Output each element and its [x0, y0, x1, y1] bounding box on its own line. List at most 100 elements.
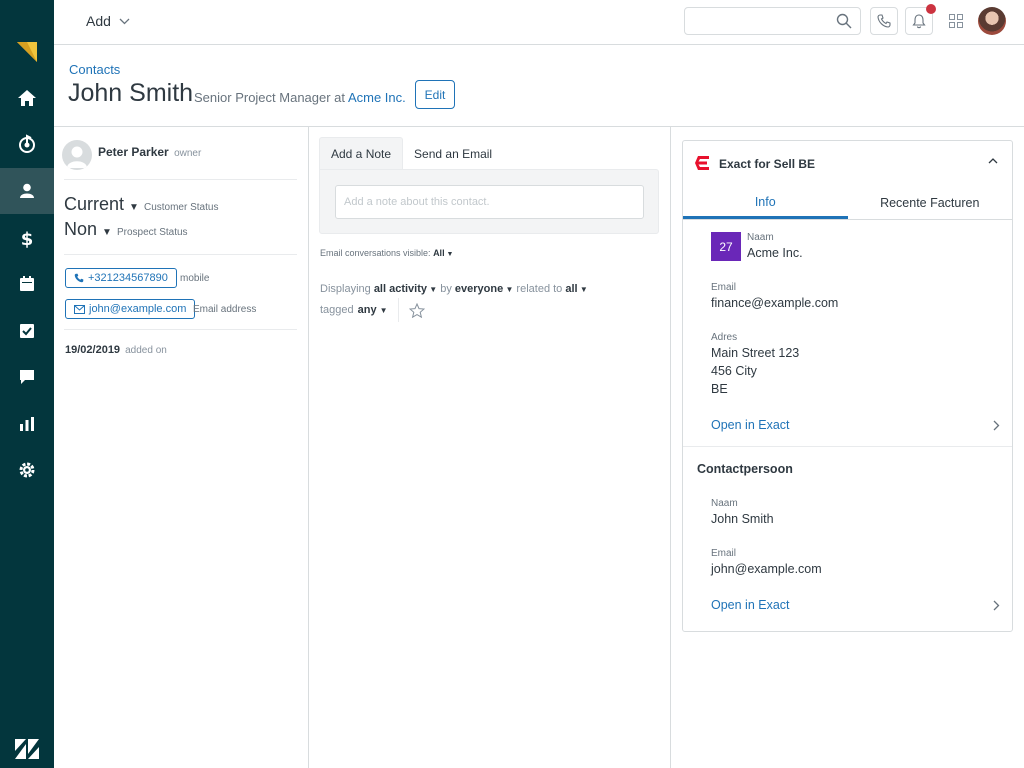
sidebar-item-reports[interactable] [0, 401, 54, 447]
caret-down-icon[interactable]: ▼ [129, 202, 139, 213]
tasks-icon [20, 324, 34, 338]
home-icon [18, 90, 36, 106]
company-link[interactable]: Acme Inc. [348, 90, 406, 105]
zendesk-sell-logo[interactable] [17, 42, 37, 62]
contacts-icon [20, 183, 34, 198]
svg-text:$: $ [21, 229, 34, 248]
adres-line-1: Main Street 123 [711, 346, 800, 360]
email-visibility-value[interactable]: All [433, 248, 445, 258]
contact-header: Contacts John Smith Senior Project Manag… [54, 45, 1024, 127]
owner-avatar [62, 140, 92, 170]
notification-badge [926, 4, 936, 14]
add-label: Add [86, 13, 111, 29]
sidebar-item-communication[interactable] [0, 354, 54, 400]
chevron-down-icon [119, 18, 130, 24]
phone-icon [877, 14, 891, 28]
sidebar-item-calendar[interactable] [0, 261, 54, 307]
reports-icon [20, 417, 34, 431]
activity-panel: Add a Note Send an Email Email conversat… [309, 127, 671, 768]
note-box [319, 169, 659, 234]
owner-name[interactable]: Peter Parker [98, 145, 169, 159]
caret-down-icon[interactable]: ▼ [102, 227, 112, 238]
prospect-status: Non ▼ Prospect Status [64, 219, 188, 240]
phone-pill[interactable]: +321234567890 [65, 268, 177, 288]
filter-related-all[interactable]: all [565, 283, 577, 295]
phone-icon [74, 273, 84, 283]
search-icon[interactable] [836, 13, 852, 29]
exact-logo-icon [695, 156, 709, 170]
app-tabs: Info Recente Facturen [683, 187, 1012, 220]
caret-down-icon[interactable]: ▼ [380, 306, 388, 315]
caret-down-icon[interactable]: ▼ [578, 285, 588, 294]
divider [64, 179, 297, 180]
added-on: 19/02/2019 added on [65, 344, 167, 356]
chevron-up-icon[interactable] [988, 157, 998, 164]
caret-down-icon[interactable]: ▼ [427, 285, 437, 294]
sidebar: $ [0, 0, 54, 768]
email-pill[interactable]: john@example.com [65, 299, 196, 319]
star-icon[interactable] [408, 302, 425, 318]
deals-icon: $ [21, 229, 34, 248]
add-button[interactable]: Add [86, 13, 130, 29]
breadcrumb[interactable]: Contacts [69, 62, 120, 77]
prospect-status-label: Prospect Status [116, 227, 188, 238]
tab-info[interactable]: Info [683, 187, 848, 219]
company-email: finance@example.com [711, 296, 839, 310]
notifications-button[interactable] [905, 4, 936, 35]
mail-icon [74, 304, 85, 314]
note-input[interactable] [335, 185, 644, 219]
adres-line-3: BE [711, 382, 728, 396]
search-input[interactable] [684, 7, 861, 35]
naam-label: Naam [747, 232, 774, 243]
filter-everyone[interactable]: everyone [455, 283, 503, 295]
owner: Peter Parker owner [98, 145, 201, 159]
contactpersoon-heading: Contactpersoon [697, 462, 793, 476]
edit-button[interactable]: Edit [415, 80, 455, 109]
chevron-right-icon[interactable] [993, 420, 1000, 431]
customer-status-value[interactable]: Current [64, 194, 124, 214]
sidebar-item-tasks[interactable] [0, 308, 54, 354]
sidebar-item-settings[interactable] [0, 447, 54, 493]
tab-add-note[interactable]: Add a Note [319, 137, 404, 170]
company-badge: 27 [711, 232, 741, 261]
sidebar-item-contacts[interactable] [0, 168, 54, 214]
bell-icon [912, 13, 926, 28]
email-visibility-label: Email conversations visible: [320, 248, 431, 258]
divider [683, 446, 1012, 447]
tab-recente-facturen[interactable]: Recente Facturen [848, 187, 1013, 219]
prospect-status-value[interactable]: Non [64, 219, 97, 239]
phone-button[interactable] [870, 7, 898, 35]
sidebar-item-home[interactable] [0, 75, 54, 121]
sidebar-item-deals[interactable]: $ [0, 215, 54, 261]
tab-send-email[interactable]: Send an Email [403, 137, 503, 170]
phone-number: +321234567890 [88, 272, 168, 284]
customer-status: Current ▼ Customer Status [64, 194, 218, 215]
apps-grid-icon[interactable] [949, 14, 963, 28]
filter-related-label: related to [516, 283, 563, 295]
zendesk-logo[interactable] [15, 739, 39, 759]
adres-label: Adres [711, 332, 738, 343]
open-in-exact-link[interactable]: Open in Exact [711, 418, 790, 432]
communication-icon [20, 370, 34, 384]
apps-panel: Exact for Sell BE Info Recente Facturen … [671, 127, 1024, 768]
contact-email: john@example.com [711, 562, 822, 576]
filter-activity[interactable]: all activity [374, 283, 427, 295]
calendar-icon [20, 276, 34, 291]
caret-down-icon[interactable]: ▼ [445, 251, 454, 258]
app-title: Exact for Sell BE [719, 157, 816, 171]
contact-naam-label: Naam [711, 498, 738, 509]
leads-icon [19, 134, 35, 153]
contact-email-label: Email [711, 548, 737, 559]
open-in-exact-link-contact[interactable]: Open in Exact [711, 598, 790, 612]
adres-line-2: 456 City [711, 364, 757, 378]
divider [64, 329, 297, 330]
filter-tagged-any[interactable]: any [358, 304, 377, 316]
sidebar-item-leads[interactable] [0, 121, 54, 167]
filter-tagged-label: tagged [320, 304, 354, 316]
tag-filter: tagged any ▼ [320, 298, 425, 322]
added-label: added on [125, 345, 167, 356]
caret-down-icon[interactable]: ▼ [503, 285, 513, 294]
topbar: Add [54, 0, 1024, 45]
chevron-right-icon[interactable] [993, 600, 1000, 611]
user-avatar[interactable] [978, 7, 1006, 35]
